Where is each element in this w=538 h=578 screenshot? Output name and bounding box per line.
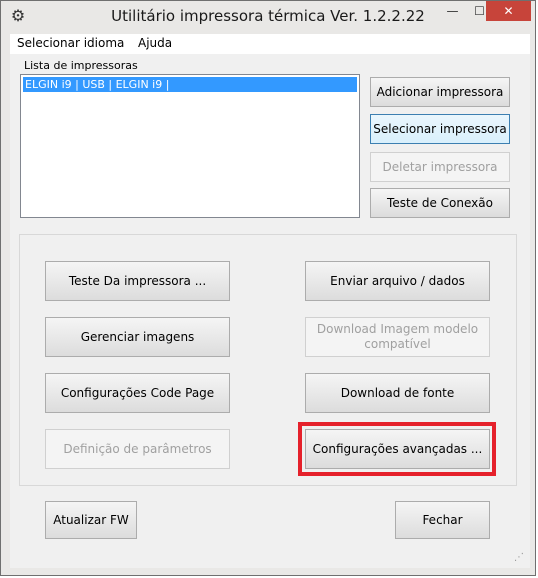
code-page-button[interactable]: Configurações Code Page [45, 373, 230, 413]
close-button[interactable]: Fechar [395, 501, 490, 539]
send-file-button[interactable]: Enviar arquivo / dados [305, 261, 490, 301]
menu-select-language[interactable]: Selecionar idioma [17, 36, 124, 50]
app-window: ⚙ Utilitário impressora térmica Ver. 1.2… [0, 0, 536, 576]
download-template-button[interactable]: Download Imagem modelo compatível [305, 317, 490, 357]
resize-grip-icon[interactable]: ⋰ [514, 552, 526, 564]
test-connection-button[interactable]: Teste de Conexão [370, 188, 510, 218]
test-printer-button[interactable]: Teste Da impressora ... [45, 261, 230, 301]
menu-bar: Selecionar idioma Ajuda [10, 34, 530, 54]
minimize-icon[interactable]: — [439, 1, 466, 21]
menu-help[interactable]: Ajuda [138, 36, 172, 50]
main-panel: Lista de impressoras ELGIN i9 | USB | EL… [10, 54, 530, 568]
gear-icon[interactable]: ⚙ [9, 7, 27, 25]
printer-list[interactable]: ELGIN i9 | USB | ELGIN i9 | [20, 74, 360, 218]
parameters-button[interactable]: Definição de parâmetros [45, 429, 230, 469]
highlight-box [298, 422, 496, 476]
manage-images-button[interactable]: Gerenciar imagens [45, 317, 230, 357]
close-icon[interactable]: ✕ [486, 1, 531, 21]
add-printer-button[interactable]: Adicionar impressora [370, 77, 510, 107]
update-fw-button[interactable]: Atualizar FW [45, 501, 137, 539]
select-printer-button[interactable]: Selecionar impressora [370, 114, 510, 144]
delete-printer-button[interactable]: Deletar impressora [370, 152, 510, 182]
window-title: Utilitário impressora térmica Ver. 1.2.2… [111, 7, 425, 25]
printer-list-item[interactable]: ELGIN i9 | USB | ELGIN i9 | [23, 77, 357, 92]
printer-list-label: Lista de impressoras [24, 59, 138, 72]
title-bar[interactable]: ⚙ Utilitário impressora térmica Ver. 1.2… [1, 1, 535, 32]
download-font-button[interactable]: Download de fonte [305, 373, 490, 413]
